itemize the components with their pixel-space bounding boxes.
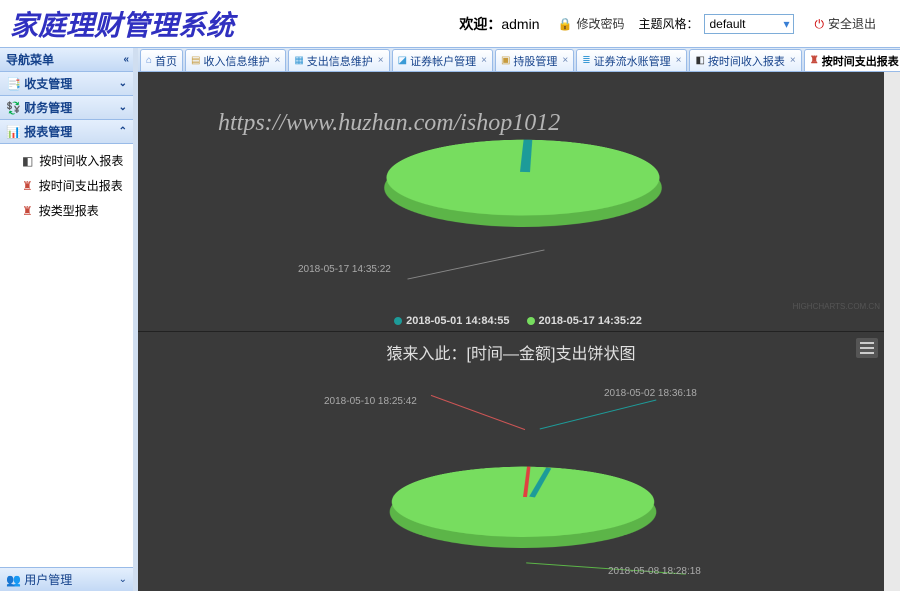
legend-dot-icon (394, 317, 402, 325)
sidebar-group-reports-body: ◧ 按时间收入报表 ♜ 按时间支出报表 ♜ 按类型报表 (0, 144, 133, 227)
change-password-link[interactable]: 🔒 修改密码 (558, 15, 625, 32)
theme-select[interactable]: default (704, 14, 794, 34)
report-icon: ◧ (22, 155, 33, 167)
chart-icon: 📊 (6, 126, 21, 138)
header: 家庭理财管理系统 欢迎：admin 🔒 修改密码 主题风格： default ⏻… (0, 0, 900, 48)
chart-credit: HIGHCHARTS.COM.CN (793, 302, 880, 311)
tree-node-by-type[interactable]: ♜ 按类型报表 (0, 198, 133, 223)
hierarchy-icon: ♜ (22, 180, 33, 192)
pie-chart-1 (364, 140, 681, 216)
hierarchy-icon: ♜ (810, 55, 819, 66)
home-icon: ⌂ (146, 55, 152, 66)
ledger-icon: 📑 (6, 78, 21, 90)
tab-home[interactable]: ⌂首页 (140, 49, 183, 71)
chevron-down-icon: ⌄ (119, 78, 127, 89)
pie-slice (520, 140, 532, 173)
tab-bar: ⌂首页 ▤收入信息维护× ▦支出信息维护× ◪证券帐户管理× ▣持股管理× ≣证… (138, 48, 900, 72)
close-icon[interactable]: × (790, 55, 796, 66)
app-title: 家庭理财管理系统 (10, 4, 234, 44)
lock-icon: 🔒 (558, 18, 573, 30)
chevron-down-icon: ⌄ (119, 574, 127, 585)
close-icon[interactable]: × (676, 55, 682, 66)
scrollbar-thumb[interactable] (886, 252, 898, 362)
pie-label: 2018-05-08 18:28:18 (608, 566, 701, 577)
chevron-up-icon: ⌃ (119, 126, 127, 137)
finance-icon: 💱 (6, 102, 21, 114)
chart-title: 猿来入此：[时间—金额]支出饼状图 (138, 332, 884, 372)
close-icon[interactable]: × (481, 55, 487, 66)
tab-expense-maintain[interactable]: ▦支出信息维护× (288, 49, 389, 71)
tab-holdings[interactable]: ▣持股管理× (495, 49, 574, 71)
chart-panel-1: https://www.huzhan.com/ishop1012 2018-05… (138, 72, 884, 332)
tree-node-expense-by-time[interactable]: ♜ 按时间支出报表 (0, 173, 133, 198)
main-panel: ⌂首页 ▤收入信息维护× ▦支出信息维护× ◪证券帐户管理× ▣持股管理× ≣证… (138, 48, 900, 591)
sidebar-header: 导航菜单 « (0, 48, 133, 72)
sidebar-group-finance[interactable]: 💱 财务管理 ⌄ (0, 96, 133, 120)
doc-icon: ▤ (191, 55, 200, 66)
pie-label: 2018-05-17 14:35:22 (298, 264, 391, 275)
sidebar: 导航菜单 « 📑 收支管理 ⌄ 💱 财务管理 ⌄ 📊 报表管理 ⌃ ◧ 按时间收… (0, 48, 138, 591)
flow-icon: ≣ (582, 55, 590, 66)
logout-link[interactable]: ⏻ 安全退出 (814, 15, 876, 32)
chart-legend-1: 2018-05-01 14:84:55 2018-05-17 14:35:22 (138, 315, 884, 327)
chevron-down-icon: ⌄ (119, 102, 127, 113)
legend-dot-icon (527, 317, 535, 325)
welcome-text: 欢迎：admin (459, 14, 539, 34)
watermark-text: https://www.huzhan.com/ishop1012 (218, 110, 560, 137)
calc-icon: ▦ (294, 55, 303, 66)
theme-label: 主题风格： (638, 15, 698, 32)
close-icon[interactable]: × (275, 55, 281, 66)
account-icon: ◪ (398, 55, 407, 66)
tab-securities-flow[interactable]: ≣证券流水账管理× (576, 49, 687, 71)
hierarchy-icon: ♜ (22, 205, 33, 217)
collapse-sidebar-icon[interactable]: « (123, 54, 127, 65)
sidebar-group-users[interactable]: 👥 用户管理 ⌄ (0, 567, 133, 591)
chart-panel-2: 猿来入此：[时间—金额]支出饼状图 2018-05-10 18:25:42 20… (138, 332, 884, 591)
tab-income-maintain[interactable]: ▤收入信息维护× (185, 49, 286, 71)
tab-income-report[interactable]: ◧按时间收入报表× (689, 49, 801, 71)
report-icon: ◧ (695, 55, 704, 66)
tab-expense-report[interactable]: ♜按时间支出报表× (804, 49, 900, 71)
holdings-icon: ▣ (501, 55, 510, 66)
tree-node-income-by-time[interactable]: ◧ 按时间收入报表 (0, 148, 133, 173)
pie-slice (529, 468, 551, 498)
chart-menu-button[interactable] (856, 338, 878, 358)
pie-chart-2 (372, 467, 674, 537)
pie-label: 2018-05-10 18:25:42 (324, 396, 417, 407)
pie-label: 2018-05-02 18:36:18 (604, 388, 697, 399)
sidebar-group-income-expense[interactable]: 📑 收支管理 ⌄ (0, 72, 133, 96)
sidebar-group-reports[interactable]: 📊 报表管理 ⌃ (0, 120, 133, 144)
close-icon[interactable]: × (378, 55, 384, 66)
tab-securities-account[interactable]: ◪证券帐户管理× (392, 49, 493, 71)
content-area: https://www.huzhan.com/ishop1012 2018-05… (138, 72, 900, 591)
close-icon[interactable]: × (562, 55, 568, 66)
pie-slice (523, 467, 530, 497)
power-icon: ⏻ (814, 18, 824, 30)
users-icon: 👥 (6, 574, 21, 586)
